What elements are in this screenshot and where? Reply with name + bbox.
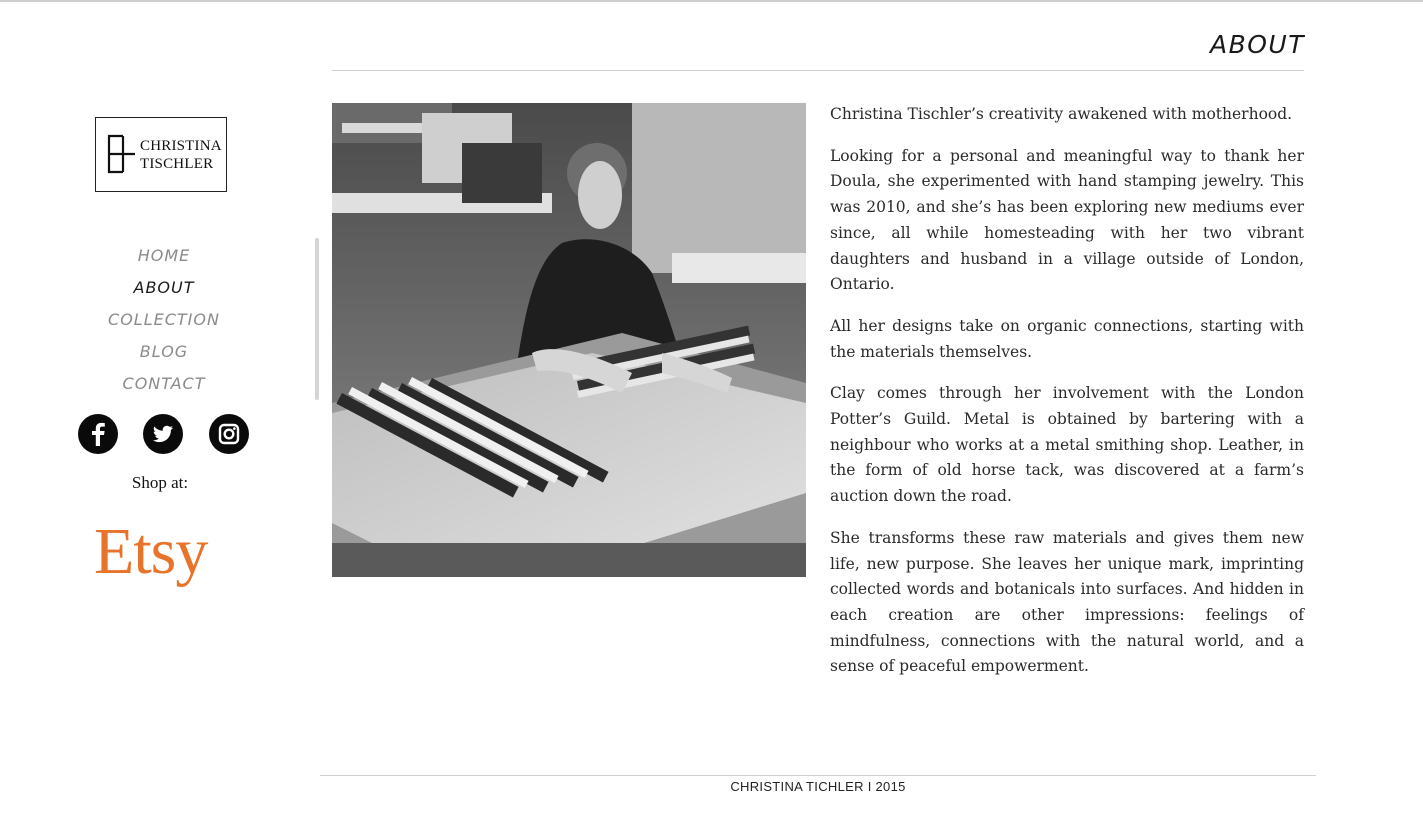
bio-paragraph: Looking for a personal and meaningful wa… <box>830 146 1304 294</box>
twitter-icon[interactable] <box>143 414 183 454</box>
shop-label: Shop at: <box>131 473 189 492</box>
bio-paragraph: She transforms these raw materials and g… <box>830 528 1304 676</box>
bio-paragraph: Christina Tischler’s creativity awakened… <box>830 105 1293 123</box>
facebook-icon[interactable] <box>78 414 118 454</box>
main-nav: HOME ABOUT COLLECTION BLOG CONTACT <box>0 240 328 400</box>
nav-item-about[interactable]: ABOUT <box>0 272 328 304</box>
nav-item-contact[interactable]: CONTACT <box>0 368 328 400</box>
social-links <box>78 414 250 456</box>
logo-monogram-icon <box>107 134 135 174</box>
nav-item-blog[interactable]: BLOG <box>0 336 328 368</box>
sidebar-scrollbar[interactable] <box>315 238 319 400</box>
logo-line-1: CHRISTINA <box>140 138 222 154</box>
nav-item-home[interactable]: HOME <box>0 240 328 272</box>
etsy-link[interactable]: Etsy <box>94 512 208 592</box>
nav-item-collection[interactable]: COLLECTION <box>0 304 328 336</box>
bio-paragraph: Clay comes through her involvement with … <box>830 384 1304 506</box>
logo-text: CHRISTINA TISCHLER <box>140 137 222 173</box>
footer-text: CHRISTINA TICHLER I 2015 <box>730 779 906 794</box>
bio-paragraph: All her designs take on organic connecti… <box>830 316 1304 361</box>
bio-text: Christina Tischler’s creativity awakened… <box>830 102 1304 696</box>
logo-line-2: TISCHLER <box>140 156 214 172</box>
title-divider <box>332 70 1304 71</box>
footer-divider <box>320 775 1316 776</box>
page-title: ABOUT <box>1210 30 1305 59</box>
workshop-photo <box>332 103 806 577</box>
instagram-icon[interactable] <box>209 414 249 454</box>
brand-logo[interactable]: CHRISTINA TISCHLER <box>95 117 227 192</box>
sidebar: CHRISTINA TISCHLER HOME ABOUT COLLECTION… <box>0 0 320 813</box>
